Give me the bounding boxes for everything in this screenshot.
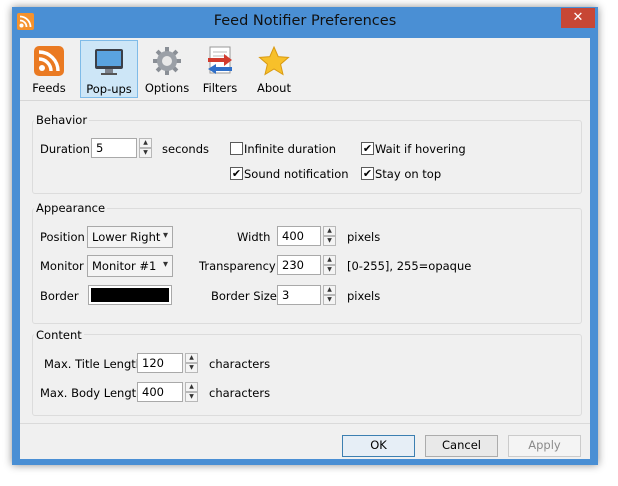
spin-down[interactable]: ▼ bbox=[185, 392, 198, 402]
max-title-length-spinner[interactable]: ▲ ▼ bbox=[185, 353, 198, 373]
content-title: Content bbox=[34, 328, 84, 342]
toolbar-divider bbox=[20, 100, 590, 101]
border-color-swatch bbox=[91, 288, 169, 302]
client-area: Feeds Pop-ups Options Filters About Beha… bbox=[20, 38, 590, 459]
spin-down[interactable]: ▼ bbox=[323, 295, 336, 305]
spin-up[interactable]: ▲ bbox=[323, 255, 336, 265]
transparency-label: Transparency bbox=[199, 259, 276, 273]
width-spinner[interactable]: ▲ ▼ bbox=[323, 226, 336, 246]
tab-label: Options bbox=[144, 81, 190, 95]
transparency-hint: [0-255], 255=opaque bbox=[347, 259, 472, 273]
border-color-button[interactable] bbox=[88, 285, 172, 305]
infinite-duration-label: Infinite duration bbox=[244, 142, 337, 156]
appearance-title: Appearance bbox=[34, 201, 108, 215]
chevron-down-icon: ▾ bbox=[162, 230, 168, 241]
spin-up[interactable]: ▲ bbox=[323, 226, 336, 236]
max-title-length-unit: characters bbox=[209, 357, 271, 371]
spin-down[interactable]: ▼ bbox=[323, 236, 336, 246]
sound-notification-checkbox[interactable]: ✔ bbox=[230, 167, 243, 180]
transparency-spinner[interactable]: ▲ ▼ bbox=[323, 255, 336, 275]
border-size-unit: pixels bbox=[347, 289, 381, 303]
border-size-label: Border Size bbox=[211, 289, 277, 303]
tab-filters[interactable]: Filters bbox=[196, 40, 244, 98]
monitor-value: Monitor #1 bbox=[92, 259, 157, 273]
width-unit: pixels bbox=[347, 230, 381, 244]
spin-down[interactable]: ▼ bbox=[185, 363, 198, 373]
sound-notification-label: Sound notification bbox=[244, 167, 349, 181]
tab-label: Pop-ups bbox=[86, 82, 132, 96]
wait-if-hovering-checkbox[interactable]: ✔ bbox=[361, 142, 374, 155]
rss-icon bbox=[33, 45, 65, 77]
tab-about[interactable]: About bbox=[250, 40, 298, 98]
max-body-length-unit: characters bbox=[209, 386, 271, 400]
position-value: Lower Right bbox=[92, 230, 161, 244]
apply-button[interactable]: Apply bbox=[508, 435, 581, 457]
chevron-down-icon: ▾ bbox=[162, 259, 168, 270]
width-input[interactable]: 400 bbox=[277, 226, 321, 246]
stay-on-top-label: Stay on top bbox=[375, 167, 442, 181]
filter-arrows-icon bbox=[204, 45, 236, 77]
wait-if-hovering-label: Wait if hovering bbox=[375, 142, 466, 156]
cancel-button[interactable]: Cancel bbox=[425, 435, 498, 457]
preferences-window: Feed Notifier Preferences ✕ Feeds Pop-up… bbox=[12, 7, 598, 465]
transparency-input[interactable]: 230 bbox=[277, 255, 321, 275]
spin-up[interactable]: ▲ bbox=[185, 353, 198, 363]
spin-up[interactable]: ▲ bbox=[323, 285, 336, 295]
spin-up[interactable]: ▲ bbox=[185, 382, 198, 392]
close-button[interactable]: ✕ bbox=[561, 8, 595, 28]
monitor-icon bbox=[93, 46, 125, 78]
border-size-input[interactable]: 3 bbox=[277, 285, 321, 305]
width-label: Width bbox=[237, 230, 271, 244]
content-group bbox=[32, 334, 582, 416]
tab-options[interactable]: Options bbox=[143, 40, 191, 98]
stay-on-top-checkbox[interactable]: ✔ bbox=[361, 167, 374, 180]
position-label: Position bbox=[40, 230, 85, 244]
behavior-title: Behavior bbox=[34, 113, 90, 127]
seconds-unit: seconds bbox=[162, 142, 210, 156]
duration-input[interactable]: 5 bbox=[91, 138, 137, 158]
max-body-length-spinner[interactable]: ▲ ▼ bbox=[185, 382, 198, 402]
max-title-length-label: Max. Title Length bbox=[44, 357, 144, 371]
button-divider bbox=[20, 423, 590, 424]
monitor-label: Monitor bbox=[40, 259, 84, 273]
max-title-length-input[interactable]: 120 bbox=[137, 353, 183, 373]
tab-label: About bbox=[256, 81, 291, 95]
infinite-duration-checkbox[interactable] bbox=[230, 142, 243, 155]
star-icon bbox=[258, 45, 290, 77]
gear-icon bbox=[151, 45, 183, 77]
spin-down[interactable]: ▼ bbox=[323, 265, 336, 275]
tab-label: Feeds bbox=[32, 81, 66, 95]
duration-label: Duration bbox=[40, 142, 90, 156]
title-bar[interactable]: Feed Notifier Preferences ✕ bbox=[12, 7, 598, 37]
tab-feeds[interactable]: Feeds bbox=[26, 40, 72, 98]
tab-label: Filters bbox=[202, 81, 238, 95]
duration-spinner[interactable]: ▲ ▼ bbox=[139, 138, 152, 158]
max-body-length-input[interactable]: 400 bbox=[137, 382, 183, 402]
tab-pop-ups[interactable]: Pop-ups bbox=[80, 40, 138, 98]
border-size-spinner[interactable]: ▲ ▼ bbox=[323, 285, 336, 305]
position-select[interactable]: Lower Right ▾ bbox=[87, 226, 173, 248]
spin-up[interactable]: ▲ bbox=[139, 138, 152, 148]
ok-button[interactable]: OK bbox=[342, 435, 415, 457]
spin-down[interactable]: ▼ bbox=[139, 148, 152, 158]
border-label: Border bbox=[40, 289, 79, 303]
window-title: Feed Notifier Preferences bbox=[213, 13, 397, 29]
monitor-select[interactable]: Monitor #1 ▾ bbox=[87, 255, 173, 277]
max-body-length-label: Max. Body Length bbox=[40, 386, 144, 400]
